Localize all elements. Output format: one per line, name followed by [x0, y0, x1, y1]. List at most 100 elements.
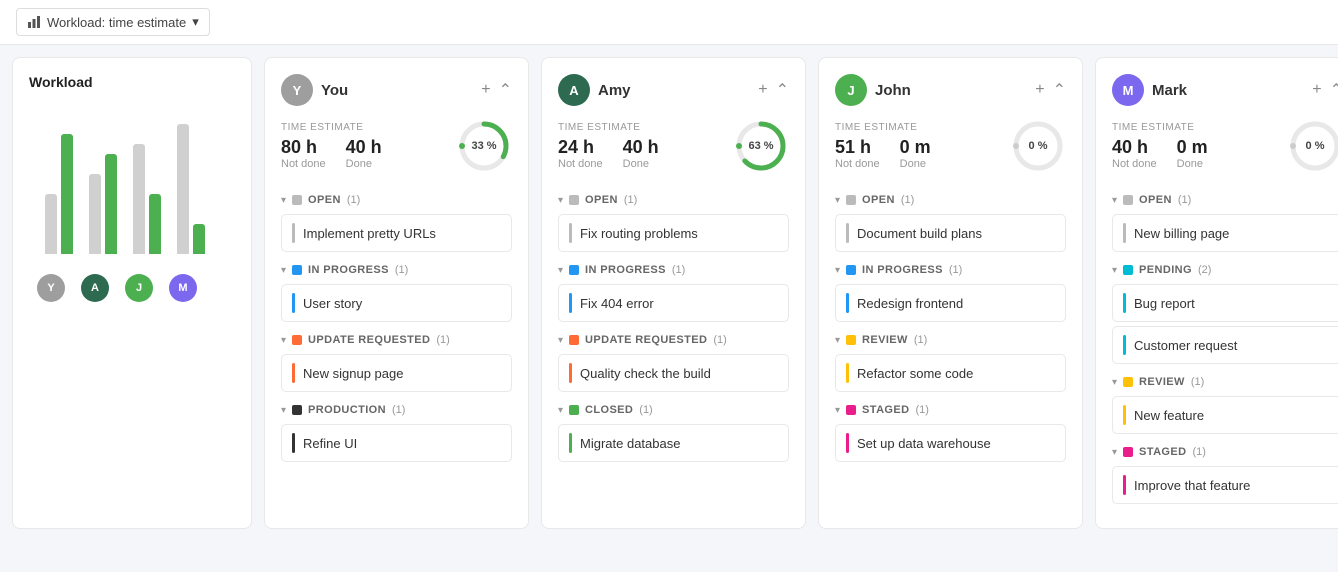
te-done: 0 m Done [1177, 137, 1208, 170]
section-pending: ▾ PENDING (2) Bug report Customer reques… [1112, 260, 1338, 364]
person-info: M Mark [1112, 74, 1187, 106]
bar-done [193, 224, 205, 254]
section-header-production[interactable]: ▾ PRODUCTION (1) [281, 400, 512, 420]
person-columns: Y You + ⌃ TIME ESTIMATE 80 h Not done 40… [264, 57, 1338, 529]
avatar-row: YAJM [29, 270, 235, 306]
te-not-done-label: Not done [835, 158, 880, 170]
task-card[interactable]: User story [281, 284, 512, 322]
te-done-label: Done [900, 158, 931, 170]
section-header-update_requested[interactable]: ▾ UPDATE REQUESTED (1) [558, 330, 789, 350]
chevron-icon: ▾ [1112, 195, 1117, 206]
section-header-in_progress[interactable]: ▾ IN PROGRESS (1) [835, 260, 1066, 280]
section-count: (1) [624, 194, 637, 206]
bar-chart-icon [27, 15, 41, 29]
column-john: J John + ⌃ TIME ESTIMATE 51 h Not done 0… [818, 57, 1083, 529]
workload-time-estimate-button[interactable]: Workload: time estimate ▾ [16, 8, 210, 36]
task-card[interactable]: Bug report [1112, 284, 1338, 322]
task-card[interactable]: Fix routing problems [558, 214, 789, 252]
section-header-review[interactable]: ▾ REVIEW (1) [1112, 372, 1338, 392]
task-name: Customer request [1134, 338, 1237, 353]
section-dot [846, 405, 856, 415]
te-not-done: 80 h Not done [281, 137, 326, 170]
task-card[interactable]: Redesign frontend [835, 284, 1066, 322]
te-not-done: 51 h Not done [835, 137, 880, 170]
task-card[interactable]: Improve that feature [1112, 466, 1338, 504]
person-name: You [321, 82, 348, 99]
section-header-closed[interactable]: ▾ CLOSED (1) [558, 400, 789, 420]
section-count: (1) [347, 194, 360, 206]
chevron-icon: ▾ [281, 335, 286, 346]
section-header-in_progress[interactable]: ▾ IN PROGRESS (1) [558, 260, 789, 280]
header-actions: + ⌃ [758, 80, 789, 100]
task-card[interactable]: New feature [1112, 396, 1338, 434]
task-card[interactable]: New billing page [1112, 214, 1338, 252]
task-status-bar [292, 223, 295, 243]
section-open: ▾ OPEN (1) New billing page [1112, 190, 1338, 252]
section-label: CLOSED [585, 404, 633, 416]
task-card[interactable]: Migrate database [558, 424, 789, 462]
section-header-update_requested[interactable]: ▾ UPDATE REQUESTED (1) [281, 330, 512, 350]
task-name: New billing page [1134, 226, 1229, 241]
section-header-pending[interactable]: ▾ PENDING (2) [1112, 260, 1338, 280]
section-header-review[interactable]: ▾ REVIEW (1) [835, 330, 1066, 350]
task-card[interactable]: Quality check the build [558, 354, 789, 392]
task-card[interactable]: Refine UI [281, 424, 512, 462]
section-review: ▾ REVIEW (1) Refactor some code [835, 330, 1066, 392]
section-count: (1) [392, 404, 405, 416]
section-update_requested: ▾ UPDATE REQUESTED (1) New signup page [281, 330, 512, 392]
te-label: TIME ESTIMATE [835, 122, 1002, 133]
te-stats: 40 h Not done 0 m Done [1112, 137, 1279, 170]
task-name: User story [303, 296, 362, 311]
donut-pct: 63 % [748, 140, 773, 152]
collapse-icon[interactable]: ⌃ [499, 80, 512, 100]
task-status-bar [1123, 223, 1126, 243]
sidebar-avatar: A [81, 274, 109, 302]
task-card[interactable]: Implement pretty URLs [281, 214, 512, 252]
task-card[interactable]: Set up data warehouse [835, 424, 1066, 462]
sections: ▾ OPEN (1) Fix routing problems ▾ IN PRO… [558, 190, 789, 462]
chevron-icon: ▾ [1112, 265, 1117, 276]
te-done: 0 m Done [900, 137, 931, 170]
task-name: Fix routing problems [580, 226, 698, 241]
task-card[interactable]: Fix 404 error [558, 284, 789, 322]
collapse-icon[interactable]: ⌃ [776, 80, 789, 100]
donut-chart: 33 % [456, 118, 512, 174]
section-header-open[interactable]: ▾ OPEN (1) [835, 190, 1066, 210]
section-header-open[interactable]: ▾ OPEN (1) [558, 190, 789, 210]
chevron-icon: ▾ [835, 265, 840, 276]
task-card[interactable]: Customer request [1112, 326, 1338, 364]
section-dot [846, 335, 856, 345]
task-status-bar [569, 223, 572, 243]
section-header-open[interactable]: ▾ OPEN (1) [1112, 190, 1338, 210]
section-header-staged[interactable]: ▾ STAGED (1) [1112, 442, 1338, 462]
add-icon[interactable]: + [758, 81, 767, 99]
task-card[interactable]: Document build plans [835, 214, 1066, 252]
te-not-done-label: Not done [558, 158, 603, 170]
chevron-icon: ▾ [558, 265, 563, 276]
task-card[interactable]: Refactor some code [835, 354, 1066, 392]
section-dot [292, 405, 302, 415]
collapse-icon[interactable]: ⌃ [1330, 80, 1338, 100]
donut-pct: 0 % [1306, 140, 1325, 152]
task-card[interactable]: New signup page [281, 354, 512, 392]
section-header-in_progress[interactable]: ▾ IN PROGRESS (1) [281, 260, 512, 280]
te-label: TIME ESTIMATE [281, 122, 448, 133]
add-icon[interactable]: + [1035, 81, 1044, 99]
section-count: (2) [1198, 264, 1211, 276]
sections: ▾ OPEN (1) Document build plans ▾ IN PRO… [835, 190, 1066, 462]
chevron-icon: ▾ [558, 195, 563, 206]
task-status-bar [1123, 405, 1126, 425]
section-header-staged[interactable]: ▾ STAGED (1) [835, 400, 1066, 420]
task-status-bar [569, 293, 572, 313]
section-header-open[interactable]: ▾ OPEN (1) [281, 190, 512, 210]
section-label: OPEN [308, 194, 341, 206]
chevron-icon: ▾ [1112, 447, 1117, 458]
section-in_progress: ▾ IN PROGRESS (1) Redesign frontend [835, 260, 1066, 322]
te-label: TIME ESTIMATE [558, 122, 725, 133]
section-dot [1123, 377, 1133, 387]
chevron-icon: ▾ [558, 335, 563, 346]
add-icon[interactable]: + [481, 81, 490, 99]
task-name: Improve that feature [1134, 478, 1250, 493]
collapse-icon[interactable]: ⌃ [1053, 80, 1066, 100]
add-icon[interactable]: + [1312, 81, 1321, 99]
